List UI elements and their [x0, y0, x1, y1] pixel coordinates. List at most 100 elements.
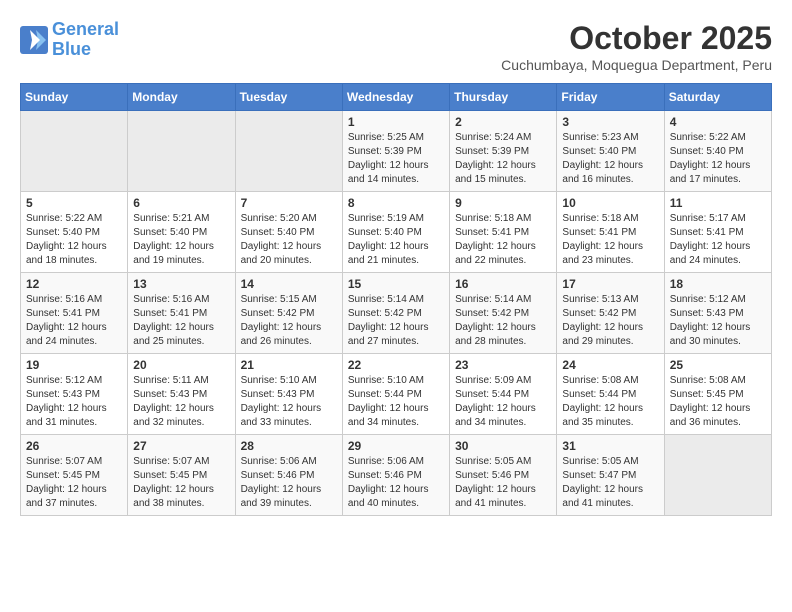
day-info: Sunrise: 5:10 AM Sunset: 5:43 PM Dayligh… — [241, 374, 337, 430]
calendar-cell: 19Sunrise: 5:12 AM Sunset: 5:43 PM Dayli… — [21, 354, 128, 435]
calendar-cell: 8 Sunrise: 5:19 AM Sunset: 5:40 PM Daylig… — [342, 192, 449, 273]
day-number: 24 — [562, 358, 658, 372]
day-number: 15 — [348, 277, 444, 291]
day-number: 12 — [26, 277, 122, 291]
calendar-cell: 1 Sunrise: 5:25 AM Sunset: 5:39 PM Daylig… — [342, 111, 449, 192]
weekday-header-tuesday: Tuesday — [235, 84, 342, 111]
day-number: 23 — [455, 358, 551, 372]
calendar-cell: 28 Sunrise: 5:06 AM Sunset: 5:46 PM Dayli… — [235, 435, 342, 516]
day-number: 19 — [26, 358, 122, 372]
day-number: 28 — [241, 439, 337, 453]
day-number: 18 — [670, 277, 766, 291]
day-info: Sunrise: 5:23 AM Sunset: 5:40 PM Dayligh… — [562, 131, 658, 187]
day-number: 31 — [562, 439, 658, 453]
weekday-header-saturday: Saturday — [664, 84, 771, 111]
calendar-cell: 24 Sunrise: 5:08 AM Sunset: 5:44 PM Dayli… — [557, 354, 664, 435]
title-block: October 2025 Cuchumbaya, Moquegua Depart… — [501, 20, 772, 73]
calendar-week-1: 1 Sunrise: 5:25 AM Sunset: 5:39 PM Daylig… — [21, 111, 772, 192]
calendar-cell: 12Sunrise: 5:16 AM Sunset: 5:41 PM Dayli… — [21, 273, 128, 354]
calendar-week-4: 19Sunrise: 5:12 AM Sunset: 5:43 PM Dayli… — [21, 354, 772, 435]
day-info: Sunrise: 5:06 AM Sunset: 5:46 PM Dayligh… — [241, 455, 337, 511]
day-number: 3 — [562, 115, 658, 129]
day-info: Sunrise: 5:09 AM Sunset: 5:44 PM Dayligh… — [455, 374, 551, 430]
day-number: 20 — [133, 358, 229, 372]
day-number: 9 — [455, 196, 551, 210]
day-number: 11 — [670, 196, 766, 210]
calendar-cell: 22 Sunrise: 5:10 AM Sunset: 5:44 PM Dayli… — [342, 354, 449, 435]
calendar-cell: 2 Sunrise: 5:24 AM Sunset: 5:39 PM Daylig… — [450, 111, 557, 192]
day-number: 25 — [670, 358, 766, 372]
calendar-cell: 10Sunrise: 5:18 AM Sunset: 5:41 PM Dayli… — [557, 192, 664, 273]
calendar-cell: 25Sunrise: 5:08 AM Sunset: 5:45 PM Dayli… — [664, 354, 771, 435]
day-info: Sunrise: 5:24 AM Sunset: 5:39 PM Dayligh… — [455, 131, 551, 187]
day-info: Sunrise: 5:18 AM Sunset: 5:41 PM Dayligh… — [562, 212, 658, 268]
calendar-cell: 15 Sunrise: 5:14 AM Sunset: 5:42 PM Dayli… — [342, 273, 449, 354]
day-info: Sunrise: 5:05 AM Sunset: 5:47 PM Dayligh… — [562, 455, 658, 511]
day-info: Sunrise: 5:05 AM Sunset: 5:46 PM Dayligh… — [455, 455, 551, 511]
calendar-cell — [664, 435, 771, 516]
day-info: Sunrise: 5:06 AM Sunset: 5:46 PM Dayligh… — [348, 455, 444, 511]
day-number: 8 — [348, 196, 444, 210]
day-number: 30 — [455, 439, 551, 453]
day-number: 22 — [348, 358, 444, 372]
calendar-cell — [235, 111, 342, 192]
day-number: 14 — [241, 277, 337, 291]
logo-text: General Blue — [52, 20, 119, 60]
weekday-header-thursday: Thursday — [450, 84, 557, 111]
calendar-cell: 4 Sunrise: 5:22 AM Sunset: 5:40 PM Daylig… — [664, 111, 771, 192]
calendar-cell — [21, 111, 128, 192]
day-info: Sunrise: 5:22 AM Sunset: 5:40 PM Dayligh… — [670, 131, 766, 187]
calendar-cell: 3 Sunrise: 5:23 AM Sunset: 5:40 PM Daylig… — [557, 111, 664, 192]
day-info: Sunrise: 5:08 AM Sunset: 5:44 PM Dayligh… — [562, 374, 658, 430]
day-info: Sunrise: 5:16 AM Sunset: 5:41 PM Dayligh… — [133, 293, 229, 349]
day-info: Sunrise: 5:07 AM Sunset: 5:45 PM Dayligh… — [133, 455, 229, 511]
day-info: Sunrise: 5:14 AM Sunset: 5:42 PM Dayligh… — [455, 293, 551, 349]
calendar-cell: 16Sunrise: 5:14 AM Sunset: 5:42 PM Dayli… — [450, 273, 557, 354]
day-number: 21 — [241, 358, 337, 372]
calendar-cell — [128, 111, 235, 192]
calendar-cell: 6 Sunrise: 5:21 AM Sunset: 5:40 PM Daylig… — [128, 192, 235, 273]
day-info: Sunrise: 5:22 AM Sunset: 5:40 PM Dayligh… — [26, 212, 122, 268]
weekday-header-wednesday: Wednesday — [342, 84, 449, 111]
day-number: 7 — [241, 196, 337, 210]
calendar-cell: 11 Sunrise: 5:17 AM Sunset: 5:41 PM Dayli… — [664, 192, 771, 273]
weekday-header-friday: Friday — [557, 84, 664, 111]
logo: General Blue — [20, 20, 119, 60]
calendar-cell: 18Sunrise: 5:12 AM Sunset: 5:43 PM Dayli… — [664, 273, 771, 354]
calendar-cell: 17Sunrise: 5:13 AM Sunset: 5:42 PM Dayli… — [557, 273, 664, 354]
day-number: 29 — [348, 439, 444, 453]
day-number: 17 — [562, 277, 658, 291]
calendar-table: SundayMondayTuesdayWednesdayThursdayFrid… — [20, 83, 772, 516]
day-number: 13 — [133, 277, 229, 291]
day-info: Sunrise: 5:10 AM Sunset: 5:44 PM Dayligh… — [348, 374, 444, 430]
calendar-cell: 5 Sunrise: 5:22 AM Sunset: 5:40 PM Daylig… — [21, 192, 128, 273]
day-number: 27 — [133, 439, 229, 453]
day-number: 2 — [455, 115, 551, 129]
calendar-cell: 13 Sunrise: 5:16 AM Sunset: 5:41 PM Dayli… — [128, 273, 235, 354]
day-info: Sunrise: 5:17 AM Sunset: 5:41 PM Dayligh… — [670, 212, 766, 268]
day-info: Sunrise: 5:25 AM Sunset: 5:39 PM Dayligh… — [348, 131, 444, 187]
calendar-cell: 26Sunrise: 5:07 AM Sunset: 5:45 PM Dayli… — [21, 435, 128, 516]
month-title: October 2025 — [501, 20, 772, 57]
day-info: Sunrise: 5:20 AM Sunset: 5:40 PM Dayligh… — [241, 212, 337, 268]
calendar-cell: 29 Sunrise: 5:06 AM Sunset: 5:46 PM Dayli… — [342, 435, 449, 516]
weekday-header-sunday: Sunday — [21, 84, 128, 111]
day-number: 4 — [670, 115, 766, 129]
day-info: Sunrise: 5:21 AM Sunset: 5:40 PM Dayligh… — [133, 212, 229, 268]
calendar-cell: 21 Sunrise: 5:10 AM Sunset: 5:43 PM Dayli… — [235, 354, 342, 435]
day-number: 26 — [26, 439, 122, 453]
day-number: 1 — [348, 115, 444, 129]
day-number: 6 — [133, 196, 229, 210]
day-info: Sunrise: 5:14 AM Sunset: 5:42 PM Dayligh… — [348, 293, 444, 349]
day-number: 5 — [26, 196, 122, 210]
calendar-cell: 30 Sunrise: 5:05 AM Sunset: 5:46 PM Dayli… — [450, 435, 557, 516]
calendar-cell: 31 Sunrise: 5:05 AM Sunset: 5:47 PM Dayli… — [557, 435, 664, 516]
calendar-cell: 27 Sunrise: 5:07 AM Sunset: 5:45 PM Dayli… — [128, 435, 235, 516]
day-info: Sunrise: 5:19 AM Sunset: 5:40 PM Dayligh… — [348, 212, 444, 268]
weekday-header-row: SundayMondayTuesdayWednesdayThursdayFrid… — [21, 84, 772, 111]
day-info: Sunrise: 5:15 AM Sunset: 5:42 PM Dayligh… — [241, 293, 337, 349]
day-info: Sunrise: 5:18 AM Sunset: 5:41 PM Dayligh… — [455, 212, 551, 268]
logo-icon — [20, 26, 48, 54]
location-title: Cuchumbaya, Moquegua Department, Peru — [501, 57, 772, 73]
day-info: Sunrise: 5:11 AM Sunset: 5:43 PM Dayligh… — [133, 374, 229, 430]
